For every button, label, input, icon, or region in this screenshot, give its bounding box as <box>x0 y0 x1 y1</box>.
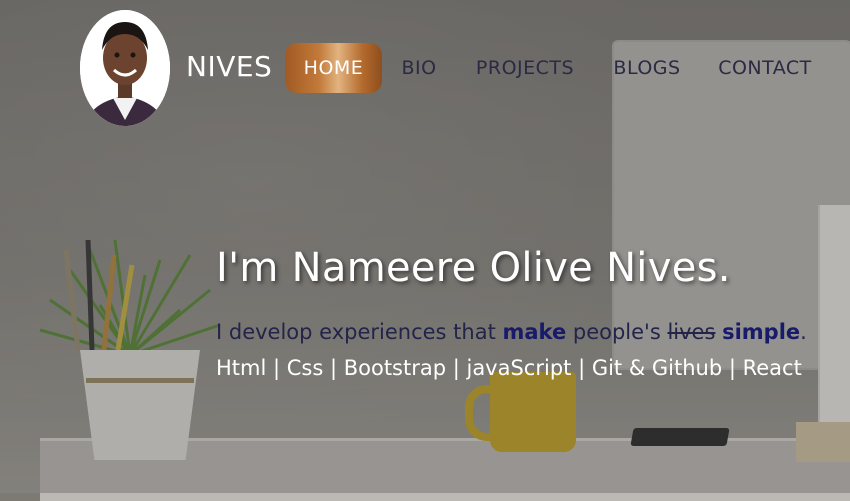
hero-skills-text: Html | Css | Bootstrap | javaScript | Gi… <box>216 356 802 380</box>
hero-subtitle-highlight-make: make <box>502 320 567 344</box>
hero-subtitle-part2: people's <box>566 320 668 344</box>
site-brand[interactable]: NIVES <box>186 50 272 83</box>
nav-contact[interactable]: CONTACT <box>712 43 818 93</box>
hero-subtitle: I develop experiences that make people's… <box>216 320 807 344</box>
hero-skills: Html | Css | Bootstrap | javaScript | Gi… <box>216 356 802 380</box>
hero-subtitle-struck-lives: lives <box>667 320 716 344</box>
profile-photo <box>80 10 170 126</box>
hero-subtitle-part4: . <box>800 320 807 344</box>
hero-title: I'm Nameere Olive Nives. <box>216 245 731 291</box>
hero-subtitle-highlight-simple: simple <box>722 320 801 344</box>
nav-bio[interactable]: BIO <box>390 43 448 93</box>
hero-subtitle-part1: I develop experiences that <box>216 320 503 344</box>
nav-home[interactable]: HOME <box>285 43 382 93</box>
nav-projects[interactable]: PROJECTS <box>470 43 580 93</box>
nav-blogs[interactable]: BLOGS <box>608 43 686 93</box>
profile-avatar <box>80 10 170 126</box>
